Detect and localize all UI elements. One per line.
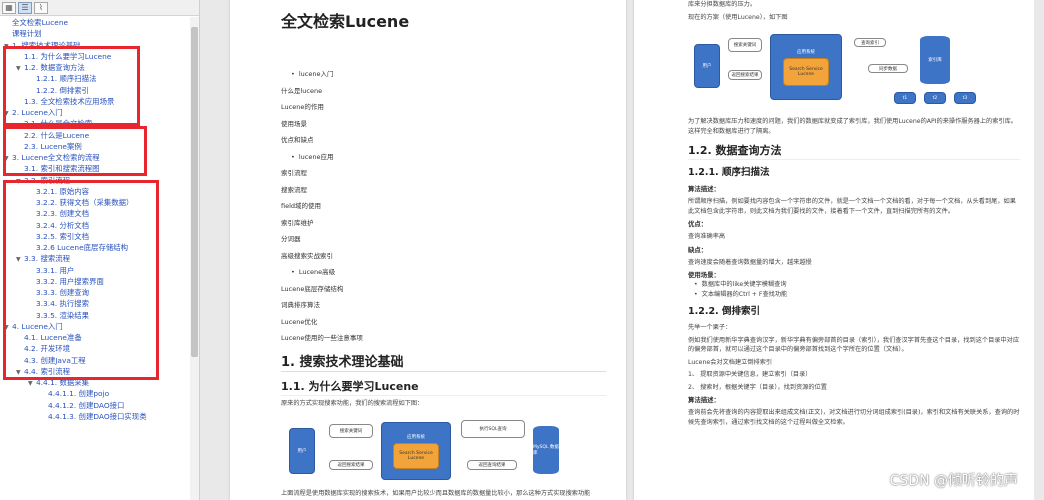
old-search-diagram: 用户 搜索关键词 返回搜索结果 应用系统 Search Service Luce…: [281, 416, 606, 486]
diagram-sync-label: 同步数据: [868, 64, 908, 73]
heading-1-1: 1.1. 为什么要学习Lucene: [281, 378, 606, 396]
diagram-response-label: 返回搜索结果: [728, 70, 762, 80]
document-scrollbar[interactable]: [1034, 0, 1044, 500]
diagram-lucene-label: Lucene: [407, 455, 425, 461]
cons-label: 缺点：: [688, 245, 708, 254]
diagram-user-node: 用户: [694, 44, 720, 88]
diagram-service-node: Search Service Lucene: [393, 442, 439, 469]
scene-item: 文本编辑器的Ctrl + F查找功能: [688, 290, 1020, 300]
toc-line: lucene入门: [281, 66, 606, 83]
diagram-app-node: 应用系统 Search Service Lucene: [381, 422, 451, 480]
heading-1: 1. 搜索技术理论基础: [281, 351, 606, 372]
diagram-t2-node: t2: [924, 92, 946, 104]
outline-item-label: 4.4.1.3. 创建DAO接口实现类: [48, 411, 147, 421]
outline-icon[interactable]: ☰: [18, 1, 32, 14]
new-search-diagram: 用户 搜索关键词 返回搜索结果 应用系统 Search Service Luce…: [688, 30, 1020, 114]
watermark: CSDN @倾听铃的声: [889, 473, 1018, 489]
document-page-left: 全文检索Lucene lucene入门什么是lucene Lucene的作用使用场…: [230, 0, 626, 500]
sidebar-toolbar: ▦ ☰ ⌇: [0, 0, 199, 16]
highlight-box-section-1: [3, 46, 140, 126]
toc-line: Lucene的作用: [281, 103, 324, 111]
toc-line: 词典排序算法: [281, 301, 320, 309]
attachments-icon[interactable]: ⌇: [34, 1, 48, 14]
table-of-contents: lucene入门什么是lucene Lucene的作用使用场景优点和缺点 lucen…: [281, 66, 606, 347]
diagram-user-node: 用户: [289, 428, 315, 474]
heading-1-2-1: 1.2.1. 顺序扫描法: [688, 167, 770, 178]
diagram-app-label: 应用系统: [797, 49, 815, 55]
heading-1-2: 1.2. 数据查询方法: [688, 142, 1020, 160]
top-line: 库来分担数据库的压力。: [688, 1, 757, 8]
sidebar-scrollbar[interactable]: [190, 17, 199, 500]
scene-label: 使用场景：: [688, 271, 720, 279]
diagram-sql-label: 执行SQL查询: [461, 420, 525, 438]
outline-sidebar: ▦ ☰ ⌇ 全文检索Lucene 课程计划 ▼ 1. 搜索技术理论基础 1.1. 为什么…: [0, 0, 200, 500]
algo-label: 算法描述：: [688, 185, 720, 193]
diagram-response-label: 返回搜索结果: [329, 460, 373, 470]
outline-item-label: 4.4.1.1. 创建pojo: [48, 389, 110, 399]
pros-label: 优点：: [688, 220, 708, 228]
outline-item[interactable]: 4.4.1.2. 创建DAO接口: [0, 400, 190, 411]
toc-line: 高级搜索实战索引: [281, 251, 333, 260]
intro-paragraph: 原来的方式实现搜索功能，我们的搜索流程如下图：: [281, 399, 424, 407]
example-line: 先举一个栗子：: [688, 324, 732, 331]
toc-line: 索引库维护: [281, 218, 314, 227]
toc-line: lucene应用: [281, 149, 606, 166]
toc-line: 分词器: [281, 235, 301, 243]
diagram-lucene-node: Search Service Lucene: [783, 57, 829, 86]
toc-line: Lucene优化: [281, 317, 318, 326]
toc-line: Lucene使用的一些注意事项: [281, 334, 363, 342]
lucene-line: Lucene会对文档建立倒排索引: [688, 358, 773, 366]
diagram-request-label: 搜索关键词: [728, 38, 762, 52]
outline-item[interactable]: 4.4.1.3. 创建DAO接口实现类: [0, 411, 190, 422]
outline-item[interactable]: 全文检索Lucene: [0, 17, 190, 28]
diagram-query-label: 查询索引: [854, 38, 886, 47]
toc-line: 索引流程: [281, 169, 307, 177]
document-page-right: 库来分担数据库的压力。 现在的方案（使用Lucene），如下图 用户 搜索关键词…: [634, 0, 1034, 500]
outline-item-label: 4.4.1.2. 创建DAO接口: [48, 400, 125, 410]
diagram-t3-node: t3: [954, 92, 976, 104]
algo2-paragraph: 查询前会先将查询的内容提取出来组成文档(正文)，对文档进行切分词组成索引(目录)…: [688, 409, 1020, 426]
toc-line: 什么是lucene: [281, 86, 323, 95]
highlight-box-section-2: [3, 126, 147, 176]
scene-item: 数据库中的like关键字模糊查询: [688, 280, 1020, 290]
outline-item[interactable]: 课程计划: [0, 28, 190, 39]
diagram-lucene-label: Lucene: [797, 71, 815, 77]
diagram-app-node: 应用系统 Search Service Lucene: [770, 34, 842, 100]
algo-paragraph: 所谓顺序扫描，例如要找内容包含一个字符串的文件，就是一个文档一个文档的看，对于每…: [688, 198, 1016, 215]
outline-item[interactable]: 4.4.1.1. 创建pojo: [0, 388, 190, 399]
step-1: 1、 提取资源中关键信息，建立索引（目录）: [688, 371, 812, 378]
page-title: 全文检索Lucene: [281, 12, 410, 31]
thumbnails-icon[interactable]: ▦: [2, 1, 16, 14]
outline-item-label: 全文检索Lucene: [12, 18, 69, 27]
toc-line: 使用场景: [281, 119, 307, 128]
toc-line: field域的使用: [281, 202, 322, 210]
now-line: 现在的方案（使用Lucene），如下图: [688, 13, 788, 21]
toc-line: Lucene底层存储结构: [281, 284, 344, 293]
highlight-box-section-3: [3, 180, 159, 380]
diagram-sql-result-label: 返回查询结果: [467, 460, 517, 470]
toc-line: 优点和缺点: [281, 136, 314, 144]
solution-paragraph: 为了解决数据库压力和速度的问题，我们的数据库就变成了索引库，我们使用Lucene…: [688, 118, 1017, 135]
pdf-viewer: ▦ ☰ ⌇ 全文检索Lucene 课程计划 ▼ 1. 搜索技术理论基础 1.1. 为什么…: [0, 0, 1044, 500]
example-paragraph: 例如我们使用新华字典查询汉字，新华字典有偏旁部首的目录（索引），我们查汉字首先查…: [688, 336, 1020, 354]
algo2-label: 算法描述：: [688, 396, 720, 404]
diagram-request-label: 搜索关键词: [329, 424, 373, 438]
sidebar-scrollbar-thumb[interactable]: [191, 27, 198, 357]
outline-item-label: 课程计划: [12, 29, 42, 39]
footer-paragraph: 上面流程是使用数据库实现的搜索技术，如果用户比较少而且数据库的数据量比较小，那么…: [281, 490, 591, 497]
pros-text: 查询准确率高: [688, 233, 726, 240]
toc-line: Lucene高级: [281, 264, 606, 281]
cons-text: 查询速度会随着查询数据量的增大，越来越慢: [688, 258, 812, 266]
diagram-index-node: 索引库: [920, 36, 950, 84]
toc-line: 搜索流程: [281, 185, 307, 194]
diagram-app-label: 应用系统: [407, 434, 425, 440]
step-2: 2、 搜索时，根据关键字（目录），找到资源的位置: [688, 383, 827, 391]
diagram-t1-node: t1: [894, 92, 916, 104]
diagram-db-node: MySQL 数据库: [533, 426, 559, 474]
heading-1-2-2: 1.2.2. 倒排索引: [688, 306, 760, 317]
